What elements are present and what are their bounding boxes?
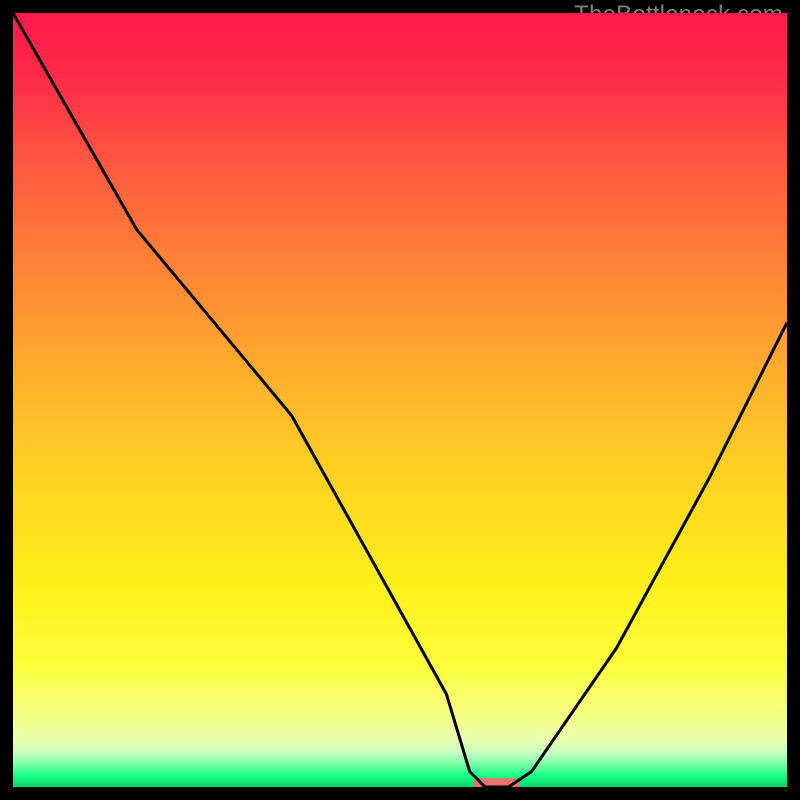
bottleneck-chart xyxy=(13,13,787,787)
chart-frame: TheBottleneck.com xyxy=(13,13,787,787)
plot-area xyxy=(13,13,787,787)
gradient-background xyxy=(13,13,787,787)
